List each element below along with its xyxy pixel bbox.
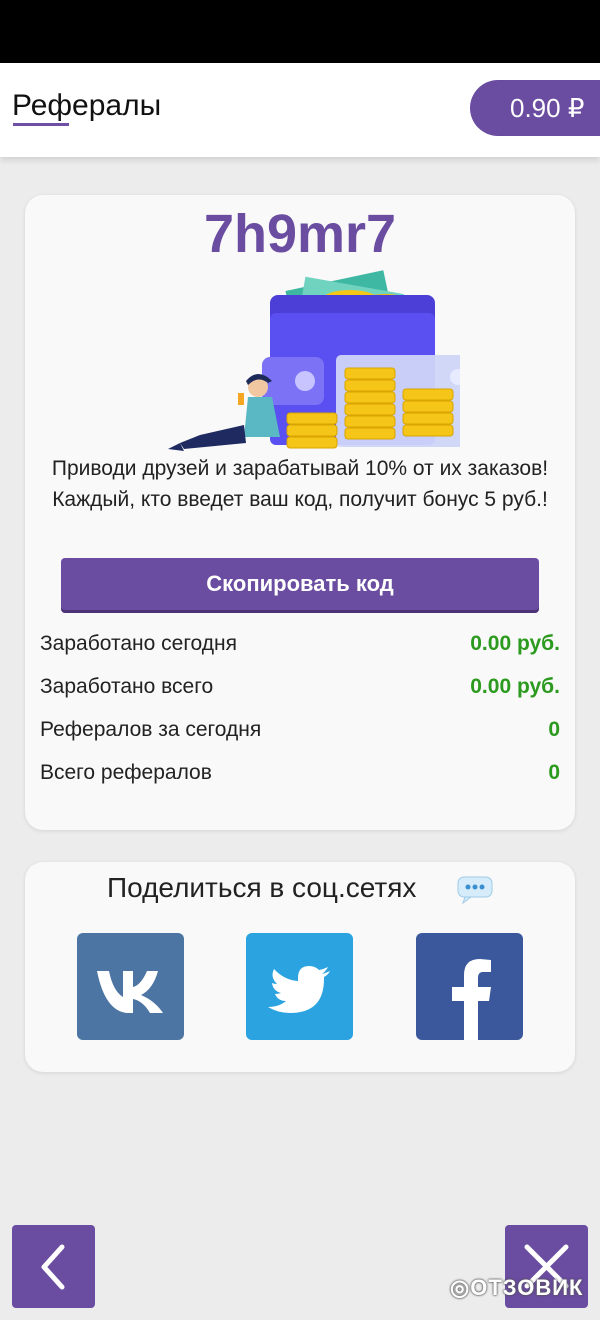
referral-card: 7h9mr7 Приводи друзей и зарабатывай 10% … xyxy=(25,195,575,830)
stat-row-earned-total: Заработано всего 0.00 руб. xyxy=(40,675,560,705)
balance-badge[interactable]: 0.90 ₽ xyxy=(470,80,600,136)
stat-label: Заработано сегодня xyxy=(40,632,237,655)
stat-value: 0.00 руб. xyxy=(470,675,560,698)
share-card: Поделиться в соц.сетях xyxy=(25,862,575,1072)
promo-text: Приводи друзей и зарабатывай 10% от их з… xyxy=(51,457,549,511)
stat-row-earned-today: Заработано сегодня 0.00 руб. xyxy=(40,632,560,662)
stat-row-referrals-total: Всего рефералов 0 xyxy=(40,761,560,791)
stat-label: Заработано всего xyxy=(40,675,214,698)
wallet-coins-illustration xyxy=(168,270,460,451)
status-bar xyxy=(0,0,600,63)
stat-value: 0 xyxy=(548,761,560,784)
stat-value: 0.00 руб. xyxy=(470,632,560,655)
back-button[interactable] xyxy=(12,1225,95,1308)
stat-label: Всего рефералов xyxy=(40,761,212,784)
title-underline xyxy=(13,123,69,126)
copy-code-button[interactable]: Скопировать код xyxy=(61,558,539,610)
stat-row-referrals-today: Рефералов за сегодня 0 xyxy=(40,718,560,748)
watermark-logo-icon: ◎ xyxy=(450,1275,471,1300)
speech-bubble-icon xyxy=(457,876,493,904)
stat-label: Рефералов за сегодня xyxy=(40,718,262,741)
stat-value: 0 xyxy=(548,718,560,741)
share-vk-button[interactable] xyxy=(77,933,184,1040)
vk-icon xyxy=(97,971,163,1013)
watermark: ◎ОТЗОВИК xyxy=(450,1275,584,1301)
twitter-bird-icon xyxy=(268,966,330,1013)
referral-code: 7h9mr7 xyxy=(203,204,397,264)
watermark-text: ОТЗОВИК xyxy=(470,1275,584,1300)
share-twitter-button[interactable] xyxy=(246,933,353,1040)
facebook-icon xyxy=(452,959,491,1040)
chevron-left-icon xyxy=(41,1244,65,1290)
share-facebook-button[interactable] xyxy=(416,933,523,1040)
page-title: Рефералы xyxy=(12,89,162,122)
share-title: Поделиться в соц.сетях xyxy=(107,872,417,903)
